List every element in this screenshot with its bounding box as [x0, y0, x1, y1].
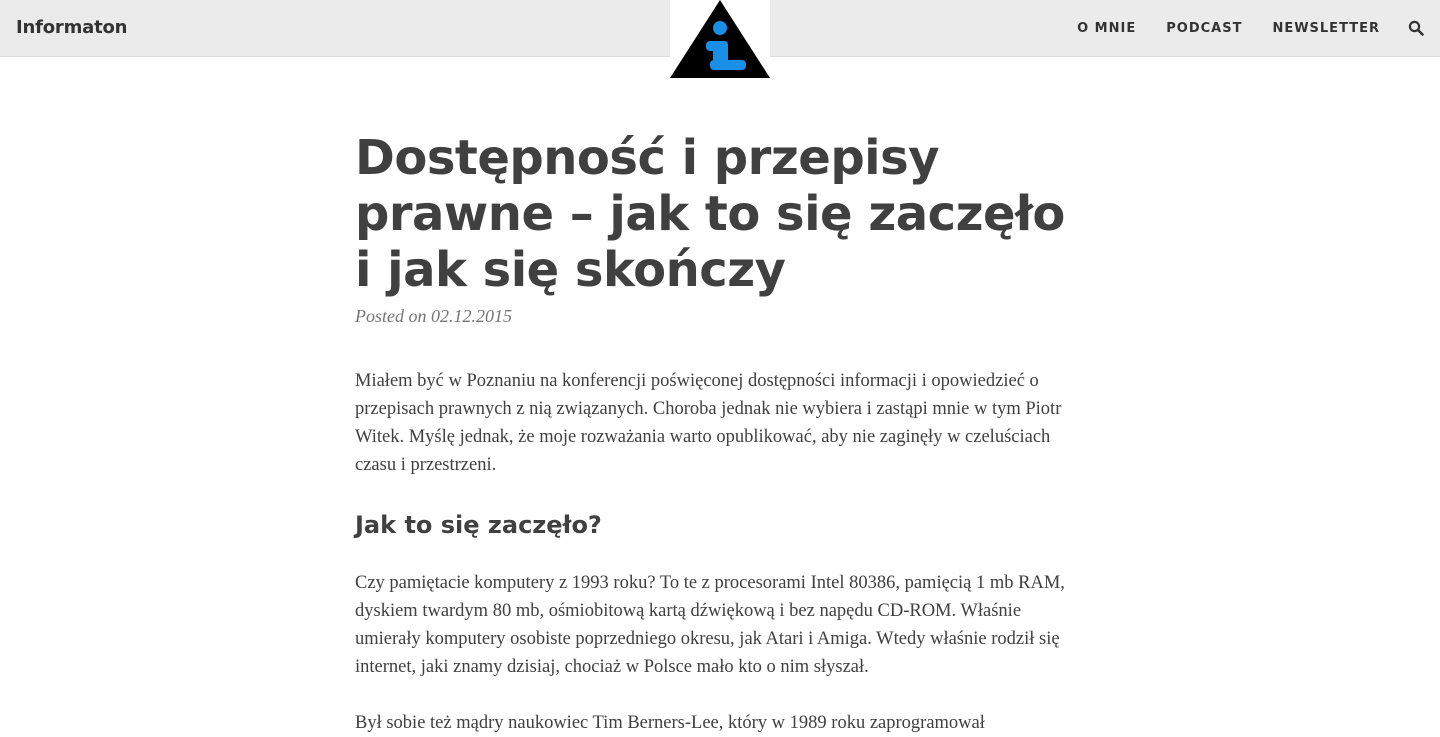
info-warning-triangle-icon [670, 0, 770, 78]
article-paragraph-intro: Miałem być w Poznaniu na konferencji poś… [355, 371, 1062, 475]
article-paragraph: Czy pamiętacie komputery z 1993 roku? To… [355, 573, 1065, 677]
top-navigation-bar: Informaton O MNIE PODCAST NEWSLETTER [0, 0, 1440, 80]
article-paragraph: Był sobie też mądry naukowiec Tim Berner… [355, 713, 985, 733]
main-nav: O MNIE PODCAST NEWSLETTER [1047, 0, 1424, 56]
site-logo[interactable] [670, 0, 770, 80]
section-heading: Jak to się zaczęło? [355, 511, 602, 539]
article: Dostępność i przepisy prawne – jak to si… [355, 130, 1090, 737]
site-brand-link[interactable]: Informaton [16, 0, 127, 56]
search-icon[interactable] [1408, 20, 1424, 36]
nav-item-o-mnie[interactable]: O MNIE [1077, 21, 1136, 36]
nav-item-newsletter[interactable]: NEWSLETTER [1272, 21, 1380, 36]
article-title: Dostępność i przepisy prawne – jak to si… [355, 130, 1065, 298]
post-date: Posted on 02.12.2015 [355, 306, 512, 326]
nav-item-podcast[interactable]: PODCAST [1166, 21, 1242, 36]
